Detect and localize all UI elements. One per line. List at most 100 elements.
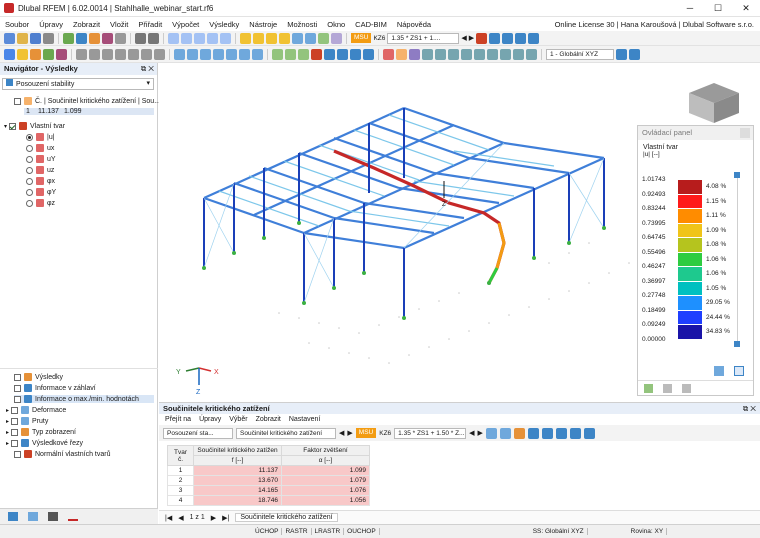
menu-vypocet[interactable]: Výpočet <box>167 20 204 29</box>
calculate-icon[interactable] <box>63 32 74 44</box>
section-icon[interactable] <box>252 48 263 60</box>
results-header-checkbox[interactable] <box>14 97 21 105</box>
table-row[interactable]: 4 18.746 1.056 <box>167 495 370 506</box>
expand-icon[interactable]: ▸ <box>6 440 9 447</box>
nav-item-members-checkbox[interactable] <box>11 417 19 425</box>
ortho-icon[interactable] <box>200 48 211 60</box>
option-uy-row[interactable]: uY <box>26 155 56 163</box>
view-side-icon[interactable] <box>207 32 218 44</box>
results-menu-select[interactable]: Výběr <box>229 416 247 423</box>
option-phix-row[interactable]: φx <box>26 177 55 185</box>
nav-item-normalization-checkbox[interactable] <box>14 450 21 458</box>
import-icon[interactable] <box>513 48 524 60</box>
design-icon[interactable] <box>102 32 113 44</box>
view-iso-icon[interactable] <box>181 32 192 44</box>
thickness-icon[interactable] <box>422 48 433 60</box>
legend-bottom-handle[interactable] <box>734 341 740 347</box>
filter-icon[interactable] <box>292 32 303 44</box>
mirror-icon[interactable] <box>154 48 165 60</box>
menu-cad-bim[interactable]: CAD-BIM <box>350 20 392 29</box>
next-icon[interactable]: ▶ <box>347 429 352 437</box>
nav-item-maxmin[interactable]: Informace o max./min. hodnotách <box>14 395 154 403</box>
prev-icon[interactable]: ◀ <box>339 429 344 437</box>
close-icon[interactable]: ✕ <box>732 3 760 14</box>
next-page-icon[interactable]: ▶ <box>211 514 216 522</box>
view-top-icon[interactable] <box>220 32 231 44</box>
select-icon[interactable] <box>240 32 251 44</box>
menu-zobrazit[interactable]: Zobrazit <box>68 20 105 29</box>
nav-item-normalization[interactable]: Normální vlastních tvarů <box>14 450 110 458</box>
zoom-icon[interactable] <box>266 32 277 44</box>
transparency-icon[interactable] <box>363 48 374 60</box>
results-pin-close-icon[interactable]: ⧉ ✕ <box>743 403 760 414</box>
option-phiy-row[interactable]: φY <box>26 188 56 196</box>
nav-item-result-sections-checkbox[interactable] <box>11 439 19 447</box>
option-uz-row[interactable]: uz <box>26 166 54 174</box>
values-icon[interactable] <box>502 32 514 44</box>
expand-icon[interactable]: ▸ <box>6 429 9 436</box>
control-panel-close-icon[interactable] <box>740 128 750 138</box>
copy-icon[interactable] <box>115 48 126 60</box>
results-menu-view[interactable]: Zobrazit <box>256 416 281 423</box>
menu-vlozit[interactable]: Vložit <box>105 20 133 29</box>
nav-item-deformation-checkbox[interactable] <box>11 406 19 414</box>
menu-priradit[interactable]: Přiřadit <box>133 20 167 29</box>
new-file-icon[interactable] <box>4 32 15 44</box>
first-mode-row[interactable]: 1 11.137 1.099 <box>24 108 154 115</box>
scale-icon[interactable] <box>528 32 540 44</box>
option-phix-radio[interactable] <box>26 177 33 185</box>
option-ux-radio[interactable] <box>26 144 33 152</box>
prev-icon[interactable]: ◀ <box>469 429 474 437</box>
navigator-dropdown[interactable]: Posouzení stability ▾ <box>2 78 154 90</box>
nav-item-display-type[interactable]: ▸ Typ zobrazení <box>6 428 76 436</box>
row-alpha[interactable]: 1.079 <box>281 475 370 486</box>
status-snap[interactable]: ÚCHOP <box>252 528 283 535</box>
results-icon[interactable] <box>76 32 87 44</box>
pan-icon[interactable] <box>279 32 290 44</box>
table-view-icon[interactable] <box>541 427 553 439</box>
results-combination-select[interactable]: 1.35 * ZS1 + 1.50 * Z... <box>394 427 467 439</box>
coordinate-system-select[interactable]: 1 - Globální XYZ <box>546 48 614 60</box>
nav-item-display-type-checkbox[interactable] <box>11 428 19 436</box>
view-cube-icon[interactable] <box>689 83 739 123</box>
option-ux-row[interactable]: ux <box>26 144 54 152</box>
nav-item-results-checkbox[interactable] <box>14 373 21 381</box>
print-report-icon[interactable] <box>298 48 309 60</box>
view-icon[interactable] <box>168 32 179 44</box>
menu-vysledky[interactable]: Výsledky <box>204 20 244 29</box>
check-icon[interactable] <box>272 48 283 60</box>
cross-section-icon[interactable] <box>396 48 407 60</box>
undo-icon[interactable] <box>135 32 146 44</box>
mode-shape-checkbox[interactable] <box>9 122 17 130</box>
menu-soubor[interactable]: Soubor <box>0 20 34 29</box>
first-page-icon[interactable]: |◀ <box>165 514 172 522</box>
legend-tab-colors-icon[interactable] <box>644 384 653 393</box>
report-icon[interactable] <box>89 32 100 44</box>
snap-icon[interactable] <box>187 48 198 60</box>
status-lgrid[interactable]: LRASTR <box>312 528 345 535</box>
dimension-icon[interactable] <box>226 48 237 60</box>
deform-icon[interactable] <box>489 32 501 44</box>
menu-moznosti[interactable]: Možnosti <box>282 20 322 29</box>
results-table-select[interactable]: Součinitel kritického zatížení <box>236 427 336 439</box>
layers-icon[interactable] <box>337 48 348 60</box>
comment-icon[interactable] <box>239 48 250 60</box>
option-phiy-radio[interactable] <box>26 188 33 196</box>
select-icon[interactable] <box>499 427 511 439</box>
delete-icon[interactable] <box>311 48 322 60</box>
table-icon[interactable] <box>285 48 296 60</box>
block-icon[interactable] <box>474 48 485 60</box>
open-folder-icon[interactable] <box>17 32 28 44</box>
prev-icon[interactable]: ◀ <box>461 34 466 42</box>
load-icon[interactable] <box>102 48 113 60</box>
option-u-row[interactable]: |u| <box>26 133 55 141</box>
option-uy-radio[interactable] <box>26 155 33 163</box>
row-alpha[interactable]: 1.056 <box>281 495 370 506</box>
legend-slider-track[interactable] <box>737 178 738 341</box>
print-icon[interactable] <box>43 32 54 44</box>
solid-icon[interactable] <box>56 48 67 60</box>
rotate-icon[interactable] <box>141 48 152 60</box>
export-icon[interactable] <box>526 48 537 60</box>
menu-okno[interactable]: Okno <box>322 20 350 29</box>
move-icon[interactable] <box>128 48 139 60</box>
